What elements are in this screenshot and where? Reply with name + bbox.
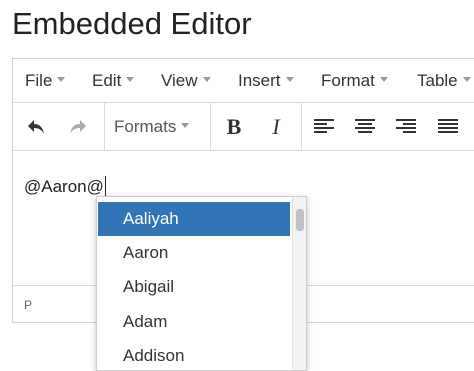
align-left-button[interactable]: [309, 111, 339, 143]
align-left-icon: [314, 119, 334, 133]
align-center-icon: [355, 119, 375, 133]
autocomplete-item[interactable]: Aaliyah: [98, 202, 290, 236]
toolbar-divider: [210, 103, 211, 150]
chevron-down-icon: [57, 77, 66, 83]
autocomplete-item[interactable]: Addison: [98, 339, 290, 370]
autocomplete-item[interactable]: Aaron: [98, 236, 290, 270]
chevron-down-icon: [462, 77, 471, 83]
toolbar-divider: [301, 103, 302, 150]
align-justify-icon: [438, 119, 458, 133]
autocomplete-item[interactable]: Adam: [98, 305, 290, 339]
menubar: File Edit View Insert Format Table: [13, 59, 474, 103]
align-right-button[interactable]: [391, 111, 421, 143]
align-center-button[interactable]: [350, 111, 380, 143]
redo-icon: [70, 120, 86, 134]
scrollbar-thumb[interactable]: [296, 209, 304, 231]
undo-button[interactable]: [21, 111, 51, 143]
element-path[interactable]: P: [24, 298, 32, 312]
chevron-down-icon: [126, 77, 135, 83]
formats-dropdown[interactable]: Formats: [114, 117, 190, 137]
page-title: Embedded Editor: [12, 6, 252, 41]
chevron-down-icon: [181, 123, 190, 129]
mention-autocomplete-menu: Aaliyah Aaron Abigail Adam Addison: [96, 196, 307, 371]
text-cursor: [104, 176, 106, 196]
menu-file[interactable]: File: [25, 71, 66, 91]
toolbar-divider: [104, 103, 105, 150]
chevron-down-icon: [379, 77, 388, 83]
menu-insert[interactable]: Insert: [238, 71, 294, 91]
editor-text[interactable]: @Aaron@: [24, 176, 106, 197]
toolbar: Formats B I: [13, 103, 474, 151]
chevron-down-icon: [285, 77, 294, 83]
menu-format[interactable]: Format: [321, 71, 388, 91]
autocomplete-item[interactable]: Abigail: [98, 270, 290, 304]
menu-edit[interactable]: Edit: [92, 71, 135, 91]
redo-button[interactable]: [63, 111, 93, 143]
menu-view[interactable]: View: [161, 71, 211, 91]
undo-icon: [28, 120, 44, 134]
italic-button[interactable]: I: [261, 111, 291, 143]
menu-table[interactable]: Table: [417, 71, 471, 91]
align-right-icon: [396, 119, 416, 133]
autocomplete-scrollbar[interactable]: [292, 197, 306, 370]
chevron-down-icon: [202, 77, 211, 83]
bold-button[interactable]: B: [219, 111, 249, 143]
align-justify-button[interactable]: [433, 111, 463, 143]
